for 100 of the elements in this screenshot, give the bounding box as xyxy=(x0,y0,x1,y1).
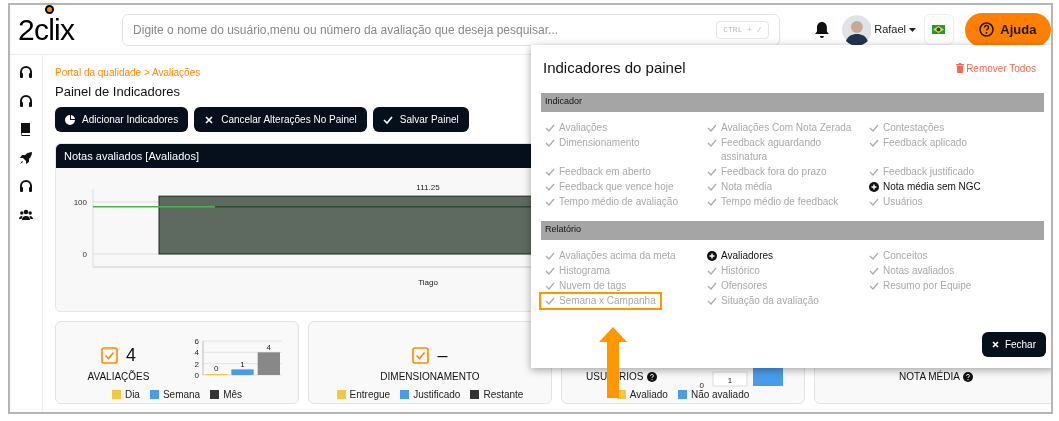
check-icon xyxy=(869,250,879,261)
pie-chart-icon xyxy=(65,114,75,125)
check-icon xyxy=(545,250,555,261)
question-icon xyxy=(979,22,995,37)
data-label: 1 xyxy=(727,376,733,385)
check-icon xyxy=(707,265,717,276)
indicator-item[interactable]: Nota média xyxy=(703,179,777,194)
legend-label: Semana xyxy=(162,388,201,402)
legend-label: Restante xyxy=(483,388,524,402)
toolbar-button[interactable]: Cancelar Alterações No Painel xyxy=(194,107,367,132)
indicator-item[interactable]: Histograma xyxy=(541,263,615,278)
axis-tick-label: 4 xyxy=(194,348,199,358)
add-icon xyxy=(869,181,879,192)
remove-all-button[interactable]: Remover Todos xyxy=(956,60,1036,76)
logo: 2clix xyxy=(18,14,75,45)
trash-icon xyxy=(956,63,965,74)
indicator-item[interactable]: Usuários xyxy=(865,194,927,209)
headphones-icon[interactable] xyxy=(19,65,33,79)
check-icon xyxy=(545,196,555,207)
indicator-item[interactable]: Resumo por Equipe xyxy=(865,278,976,293)
indicator-item[interactable]: Semana x Campanha xyxy=(541,293,660,308)
section-header: Indicador xyxy=(541,92,1044,112)
check-icon xyxy=(382,114,393,125)
check-icon xyxy=(545,122,555,133)
stat-label: USU xyxy=(586,370,606,384)
axis-tick-label: 100 xyxy=(73,198,87,207)
indicator-item[interactable]: Avaliações acima da meta xyxy=(541,248,680,263)
data-label: 111.25 xyxy=(416,183,440,193)
stat-label: RIOS xyxy=(619,370,644,384)
indicator-item[interactable]: Avaliações xyxy=(541,120,612,135)
indicator-item[interactable]: Notas avaliados xyxy=(865,263,959,278)
check-icon xyxy=(707,295,717,306)
bar xyxy=(753,366,783,386)
avatar[interactable] xyxy=(841,14,872,45)
add-icon xyxy=(707,250,717,261)
close-icon xyxy=(991,341,999,348)
bar xyxy=(231,369,254,375)
indicator-item[interactable]: Ofensores xyxy=(703,278,772,293)
indicator-item[interactable]: Nuvem de tags xyxy=(541,278,631,293)
stat-label: AVALIAÇÕES xyxy=(87,369,150,384)
legend-label: Justificado xyxy=(413,388,461,402)
check-icon xyxy=(869,122,879,133)
bar xyxy=(257,352,280,375)
stat-value: 4 xyxy=(126,346,136,364)
close-icon xyxy=(204,114,215,125)
check-icon xyxy=(869,196,879,207)
indicator-item[interactable]: Conceitos xyxy=(865,248,932,263)
bell-icon[interactable] xyxy=(813,20,830,39)
close-button[interactable]: Fechar xyxy=(981,332,1046,357)
stat-value: – xyxy=(437,346,448,364)
users-icon[interactable] xyxy=(19,207,33,222)
toolbar-button[interactable]: Salvar Painel xyxy=(372,107,469,132)
legend-label: Não avaliado xyxy=(690,388,750,402)
book-icon[interactable] xyxy=(19,122,33,136)
data-label: 4 xyxy=(266,343,272,353)
indicator-item[interactable]: Nota média sem NGC xyxy=(865,179,985,194)
toolbar-button[interactable]: Adicionar Indicadores xyxy=(55,107,189,132)
check-icon xyxy=(707,181,717,192)
flag-icon xyxy=(932,25,946,34)
check-icon xyxy=(707,166,717,177)
indicator-item[interactable]: Histórico xyxy=(703,263,764,278)
check-icon xyxy=(707,122,717,133)
check-icon xyxy=(545,166,555,177)
axis-tick-label: 6 xyxy=(194,337,199,346)
check-icon xyxy=(545,137,555,148)
stat-label: DIMENSIONAMENTO xyxy=(380,370,480,384)
stat-label: NOTA MÉDIA xyxy=(899,369,960,384)
indicator-item[interactable]: Tempo médio de feedback xyxy=(703,194,843,209)
indicator-item[interactable]: Tempo médio de avaliação xyxy=(541,194,682,209)
data-label: 1 xyxy=(240,360,245,370)
axis-tick-label: 0 xyxy=(194,371,199,380)
headphones-icon[interactable] xyxy=(19,93,33,108)
axis-tick-label: 2 xyxy=(194,359,199,369)
page-title: Painel de Indicadores xyxy=(55,85,182,98)
headphones-icon[interactable] xyxy=(19,179,33,193)
check-icon xyxy=(545,295,555,306)
user-name[interactable]: Rafael xyxy=(874,21,907,38)
axis-category-label: Tiago xyxy=(418,278,438,287)
legend-label: Dia xyxy=(124,388,140,402)
check-icon xyxy=(869,137,879,148)
indicator-item[interactable]: Situação da avaliação xyxy=(703,293,823,308)
axis-tick-label: 0 xyxy=(699,381,704,390)
check-icon xyxy=(707,196,717,207)
indicator-item[interactable]: Feedback que vence hoje xyxy=(541,179,678,194)
indicator-item[interactable]: Avaliações Com Nota Zerada xyxy=(703,120,856,135)
check-icon xyxy=(707,137,717,148)
caret-icon[interactable] xyxy=(909,27,916,32)
check-icon xyxy=(545,265,555,276)
check-icon xyxy=(869,166,879,177)
modal-title: Indicadores do painel xyxy=(543,58,686,78)
check-icon xyxy=(869,280,879,291)
check-icon xyxy=(869,265,879,276)
help-button[interactable]: Ajuda xyxy=(964,12,1051,47)
data-label: 0 xyxy=(213,364,219,373)
rocket-icon[interactable] xyxy=(19,150,33,165)
indicator-item[interactable]: Contestações xyxy=(865,120,949,135)
indicator-item[interactable]: Avaliadores xyxy=(703,248,778,263)
legend-label: Entregue xyxy=(349,388,391,402)
bar xyxy=(712,371,748,387)
section-header: Relatório xyxy=(541,220,1044,240)
